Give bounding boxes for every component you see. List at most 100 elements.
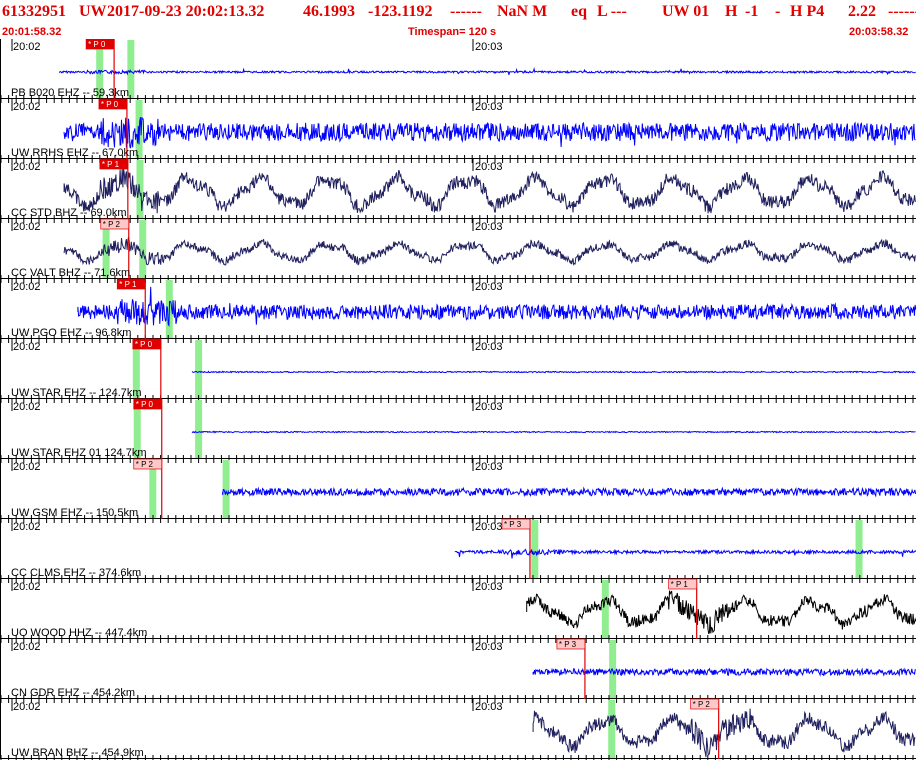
event-value: 2.22 (848, 3, 876, 20)
trace-time-label: 20:02 (13, 701, 41, 713)
trace-row[interactable]: 20:02 20:03 * P 1 UW PGO EHZ -- 96.8km (0, 278, 916, 343)
trace-time-label: 20:02 (13, 281, 41, 293)
event-dashes-2: ------- (888, 3, 916, 20)
trace-time-label: 20:03 (475, 41, 503, 53)
event-id: 61332951 (2, 3, 66, 20)
s-window-marker (608, 700, 616, 758)
trace-time-label: 20:02 (13, 641, 41, 653)
trace-time-label: 20:03 (475, 701, 503, 713)
trace-row[interactable]: 20:02 20:03 * P 2 UW GSM EHZ -- 150.5km (0, 458, 916, 523)
pick-label: * P 3 (559, 640, 577, 649)
trace-time-label: 20:03 (475, 401, 503, 413)
trace-row[interactable]: 20:02 20:03 * P 0 PB B020 EHZ -- 59.3km (0, 39, 916, 103)
pick-label: * P 1 (119, 280, 137, 289)
trace-row[interactable]: 20:02 20:03 * P 3 CN GDR EHZ -- 454.2km (0, 638, 916, 703)
trace-time-label: 20:02 (13, 101, 41, 113)
trace-time-label: 20:02 (13, 401, 41, 413)
waveform-trace (532, 667, 916, 677)
seismogram-panel[interactable]: 20:02 20:03* P 0PB B020 EHZ -- 59.3km20:0… (0, 39, 916, 760)
s-window-marker (855, 520, 863, 578)
trace-time-label: 20:03 (475, 281, 503, 293)
station-label: UW STAR EHZ -- 124.7km (11, 387, 142, 399)
station-label: UW BRAN BHZ -- 454.9km (11, 747, 144, 759)
station-label: PB B020 EHZ -- 59.3km (11, 87, 129, 99)
event-lat: 46.1993 (303, 3, 355, 20)
trace-time-label: 20:03 (475, 101, 503, 113)
end-time: 20:03:58.32 (849, 26, 909, 38)
station-label: UW RRHS EHZ -- 67.0km (11, 147, 138, 159)
event-dashes: ------ (450, 3, 482, 20)
pick-label: * P 2 (693, 700, 711, 709)
event-h-flag: H (725, 3, 738, 20)
trace-row[interactable]: 20:02 20:03 * P 0 UW RRHS EHZ -- 67.0km (0, 98, 916, 163)
trace-time-label: 20:03 (475, 161, 503, 173)
waveform-trace (532, 708, 916, 758)
event-local: L --- (597, 3, 627, 20)
pick-label: * P 0 (135, 340, 153, 349)
origin-time: 2017-09-23 20:02:13.32 (107, 3, 265, 20)
station-label: CC CLMS EHZ -- 374.6km (11, 567, 141, 579)
pick-label: * P 1 (671, 580, 689, 589)
trace-time-label: 20:03 (475, 521, 503, 533)
waveform-trace (63, 117, 916, 149)
trace-row[interactable]: 20:02 20:03 * P 2 CC VALT BHZ -- 71.6km (0, 218, 916, 283)
event-network: UW (79, 3, 107, 20)
trace-time-label: 20:02 (13, 341, 41, 353)
timespan: Timespan= 120 s (408, 26, 497, 38)
trace-time-label: 20:02 (13, 221, 41, 233)
trace-row[interactable]: 20:02 20:03 * P 3 CC CLMS EHZ -- 374.6km (0, 518, 916, 583)
s-window-marker (601, 580, 609, 638)
start-time: 20:01:58.32 (2, 26, 62, 38)
waveform-trace (191, 370, 916, 374)
s-window-marker (222, 460, 230, 518)
trace-row[interactable]: 20:02 20:03 * P 0 UW STAR EHZ 01 124.7km (0, 398, 916, 463)
s-window-marker (136, 160, 144, 218)
time-axis-header: 20:01:58.32 Timespan= 120 s 20:03:58.32 (0, 26, 916, 39)
pick-label: * P 0 (88, 40, 106, 49)
trace-time-label: 20:03 (475, 221, 503, 233)
waveform-trace (63, 168, 916, 214)
s-window-marker (531, 520, 539, 578)
waveform-trace (222, 486, 916, 498)
trace-row[interactable]: 20:02 20:03 * P 1 UO WOOD HHZ -- 447.4km (0, 578, 916, 643)
station-label: UW GSM EHZ -- 150.5km (11, 507, 138, 519)
pick-label: * P 1 (102, 160, 120, 169)
waveform-trace (526, 590, 916, 635)
trace-time-label: 20:03 (475, 461, 503, 473)
waveform-trace (63, 236, 916, 266)
trace-time-label: 20:02 (13, 581, 41, 593)
pick-label: * P 0 (136, 400, 154, 409)
trace-time-label: 20:03 (475, 341, 503, 353)
pick-label: * P 2 (136, 460, 154, 469)
pick-label: * P 3 (504, 520, 522, 529)
event-depth-flag: -1 (745, 3, 759, 20)
pick-label: * P 2 (103, 220, 121, 229)
trace-row[interactable]: 20:02 20:03 * P 0 UW STAR EHZ -- 124.7km (0, 338, 916, 403)
event-header: 61332951 UW 2017-09-23 20:02:13.32 46.19… (0, 0, 916, 26)
station-label: UO WOOD HHZ -- 447.4km (11, 627, 147, 639)
station-label: CC STD BHZ -- 69.0km (11, 207, 127, 219)
trace-row[interactable]: 20:02 20:03 * P 2 UW BRAN BHZ -- 454.9km (0, 698, 916, 760)
s-window-marker (139, 220, 147, 278)
trace-time-label: 20:03 (475, 581, 503, 593)
s-window-marker (195, 340, 203, 398)
waveform-trace (59, 66, 916, 76)
station-label: UW STAR EHZ 01 124.7km (11, 447, 147, 459)
trace-time-label: 20:02 (13, 41, 41, 53)
event-authority: UW 01 (662, 3, 710, 20)
s-window-marker (195, 400, 203, 458)
trace-time-label: 20:02 (13, 461, 41, 473)
event-type: eq (571, 3, 587, 20)
station-label: UW PGO EHZ -- 96.8km (11, 327, 131, 339)
waveform-trace (191, 430, 916, 434)
station-label: CC VALT BHZ -- 71.6km (11, 267, 130, 279)
station-label: CN GDR EHZ -- 454.2km (11, 687, 135, 699)
event-dash: - (775, 3, 781, 20)
trace-row[interactable]: 20:02 20:03 * P 1 CC STD BHZ -- 69.0km (0, 158, 916, 223)
event-magnitude: NaN M (497, 3, 548, 20)
event-hp: H P4 (790, 3, 825, 20)
trace-time-label: 20:02 (13, 521, 41, 533)
pick-label: * P 0 (101, 100, 119, 109)
trace-time-label: 20:03 (475, 641, 503, 653)
trace-time-label: 20:02 (13, 161, 41, 173)
